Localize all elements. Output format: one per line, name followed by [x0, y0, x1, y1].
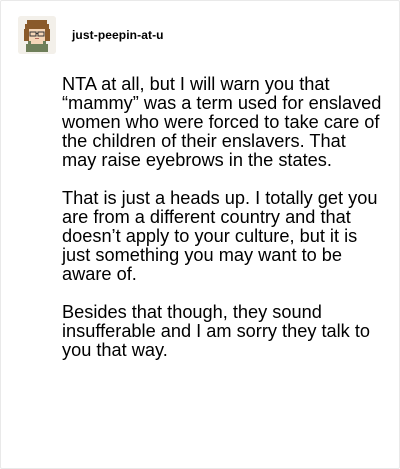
username[interactable]: just-peepin-at-u — [72, 28, 164, 42]
pixel-character-avatar-icon — [18, 16, 56, 54]
post-body: NTA at all, but I will warn you that “ma… — [62, 75, 382, 379]
post-header: just-peepin-at-u — [18, 16, 164, 54]
post-paragraph: NTA at all, but I will warn you that “ma… — [62, 74, 382, 170]
post-card: just-peepin-at-u NTA at all, but I will … — [0, 0, 400, 469]
avatar[interactable] — [18, 16, 56, 54]
post-paragraph: Besides that though, they sound insuffer… — [62, 302, 370, 360]
post-paragraph: That is just a heads up. I totally get y… — [62, 188, 378, 284]
